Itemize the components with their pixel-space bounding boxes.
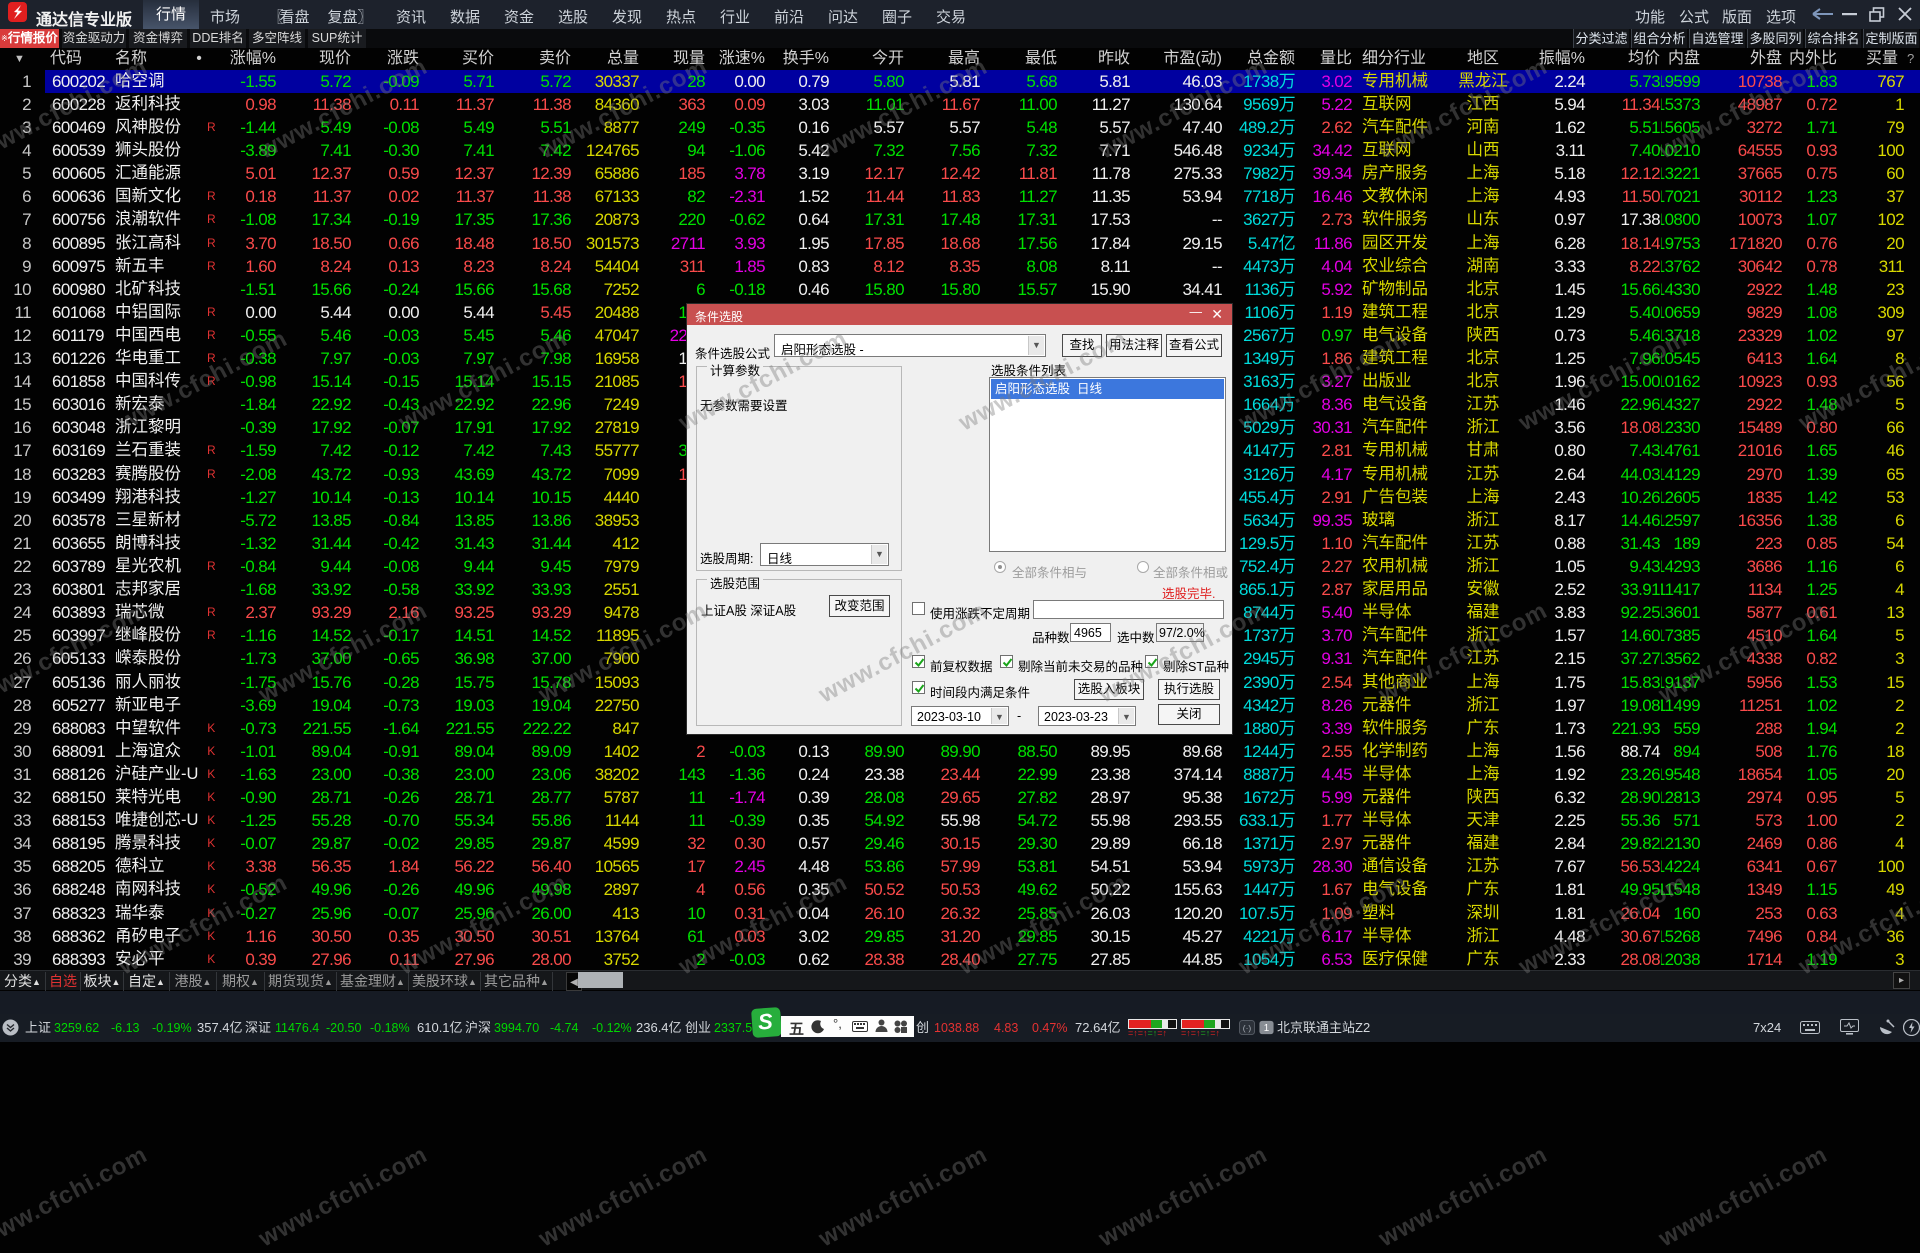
svg-text:(·): (·) (1243, 1023, 1252, 1033)
svg-text:1: 1 (1264, 1023, 1269, 1034)
